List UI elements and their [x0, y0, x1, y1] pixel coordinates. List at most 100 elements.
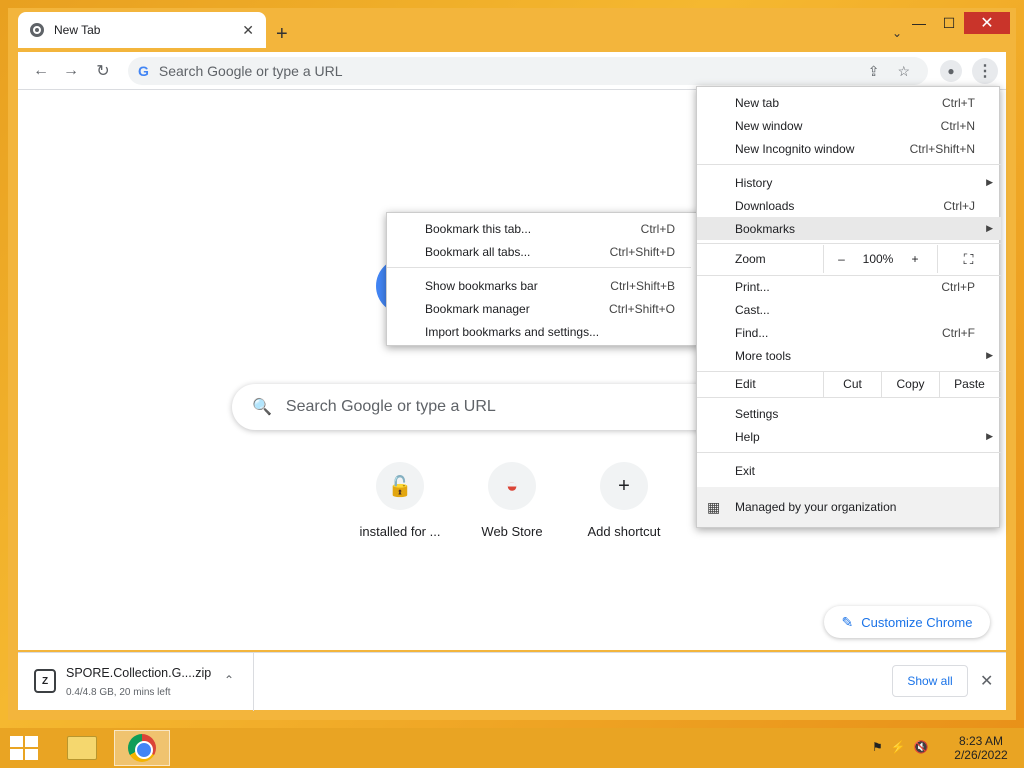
reload-button[interactable]: ↻ [92, 60, 114, 82]
download-filename: SPORE.Collection.G....zip [66, 666, 212, 680]
tab-close-icon[interactable]: ✕ [242, 22, 254, 39]
menu-cast[interactable]: Cast... [697, 298, 1001, 321]
network-icon[interactable]: ⚡ [891, 740, 906, 754]
menu-label: Settings [735, 406, 779, 421]
address-placeholder: Search Google or type a URL [158, 63, 343, 79]
bookmark-star-icon[interactable]: ☆ [897, 63, 910, 80]
clock[interactable]: 8:23 AM 2/26/2022 [948, 734, 1014, 762]
menu-find[interactable]: Find... Ctrl+F [697, 321, 1001, 344]
chrome-favicon-icon [30, 23, 44, 37]
profile-icon[interactable]: ● [940, 60, 962, 82]
submenu-label: Import bookmarks and settings... [425, 324, 600, 339]
menu-label: Help [735, 429, 760, 444]
menu-new-window[interactable]: New window Ctrl+N [697, 114, 1001, 137]
menu-exit[interactable]: Exit [697, 459, 1001, 482]
zoom-in-button[interactable]: + [897, 245, 933, 273]
submenu-show-bookmarks-bar[interactable]: Show bookmarks bar Ctrl+Shift+B [387, 274, 699, 297]
menu-zoom-row: Zoom – 100% + ⛶ [697, 245, 1001, 273]
separator [387, 267, 691, 268]
menu-managed[interactable]: ▦ Managed by your organization [697, 487, 999, 527]
shortcut-installed[interactable]: 🔓 installed for ... [344, 462, 456, 539]
menu-shortcut: Ctrl+T [942, 95, 975, 110]
submenu-label: Bookmark all tabs... [425, 244, 531, 259]
chrome-main-menu: New tab Ctrl+T New window Ctrl+N New Inc… [696, 86, 1001, 528]
menu-label: Find... [735, 325, 769, 340]
minimize-button[interactable]: — [904, 12, 934, 34]
file-explorer-button[interactable] [54, 730, 110, 766]
submenu-bookmark-manager[interactable]: Bookmark manager Ctrl+Shift+O [387, 297, 699, 320]
submenu-bookmark-this-tab[interactable]: Bookmark this tab... Ctrl+D [387, 217, 699, 240]
bookmarks-submenu: Bookmark this tab... Ctrl+D Bookmark all… [386, 212, 700, 346]
shortcut-label: Add shortcut [587, 524, 661, 539]
customize-chrome-button[interactable]: ✎ Customize Chrome [824, 606, 990, 638]
unlock-icon: 🔓 [376, 462, 424, 510]
copy-button[interactable]: Copy [881, 371, 939, 397]
submenu-arrow-icon: ▶ [986, 350, 993, 360]
submenu-shortcut: Ctrl+Shift+D [609, 244, 675, 259]
menu-downloads[interactable]: Downloads Ctrl+J [697, 194, 1001, 217]
system-tray: ⚑ ⚡ 🔇 [872, 740, 929, 754]
menu-history[interactable]: History ▶ [697, 171, 1001, 194]
chrome-taskbar-button[interactable] [114, 730, 170, 766]
chrome-menu-button[interactable]: ⋮ [972, 58, 998, 84]
close-shelf-icon[interactable]: ✕ [980, 671, 993, 691]
shortcut-add[interactable]: + Add shortcut [568, 462, 680, 539]
download-shelf: Z SPORE.Collection.G....zip 0.4/4.8 GB, … [18, 652, 1006, 711]
menu-shortcut: Ctrl+J [943, 198, 975, 213]
separator [697, 397, 1001, 398]
search-icon: 🔍 [252, 399, 272, 416]
address-bar[interactable]: G Search Google or type a URL ⇪ ☆ [128, 57, 928, 85]
toolbar: ← → ↻ G Search Google or type a URL ⇪ ☆ … [18, 52, 1006, 90]
close-window-button[interactable]: ✕ [964, 12, 1010, 34]
volume-muted-icon[interactable]: 🔇 [914, 740, 929, 754]
web-store-icon: ◒ [488, 462, 536, 510]
submenu-arrow-icon: ▶ [986, 177, 993, 187]
menu-new-tab[interactable]: New tab Ctrl+T [697, 91, 1001, 114]
submenu-shortcut: Ctrl+Shift+B [610, 278, 675, 293]
chevron-up-icon[interactable]: ⌃ [224, 673, 234, 687]
tab-new-tab[interactable]: New Tab ✕ [18, 12, 266, 48]
menu-shortcut: Ctrl+N [940, 118, 975, 133]
submenu-arrow-icon: ▶ [986, 223, 993, 233]
menu-print[interactable]: Print... Ctrl+P [697, 275, 1001, 298]
menu-more-tools[interactable]: More tools ▶ [697, 344, 1001, 367]
edit-label: Edit [735, 377, 756, 391]
submenu-bookmark-all-tabs[interactable]: Bookmark all tabs... Ctrl+Shift+D [387, 240, 699, 263]
menu-label: More tools [735, 348, 792, 363]
plus-icon: + [600, 462, 648, 510]
paste-button[interactable]: Paste [939, 371, 999, 397]
show-all-button[interactable]: Show all [892, 665, 968, 697]
menu-label: Downloads [735, 198, 795, 213]
separator [697, 164, 1001, 165]
menu-label: Cast... [735, 302, 770, 317]
submenu-import-bookmarks[interactable]: Import bookmarks and settings... [387, 320, 699, 343]
submenu-arrow-icon: ▶ [986, 431, 993, 441]
clock-date: 2/26/2022 [954, 748, 1008, 762]
cut-button[interactable]: Cut [823, 371, 881, 397]
zoom-label: Zoom [735, 252, 766, 266]
ntp-search-placeholder: Search Google or type a URL [285, 398, 496, 415]
forward-button[interactable]: → [60, 60, 82, 82]
google-icon: G [138, 63, 149, 79]
clock-time: 8:23 AM [958, 734, 1004, 748]
back-button[interactable]: ← [30, 60, 52, 82]
customize-label: Customize Chrome [861, 614, 973, 630]
share-icon[interactable]: ⇪ [868, 63, 880, 80]
new-tab-button[interactable]: + [276, 24, 288, 44]
maximize-button[interactable]: ☐ [934, 12, 964, 34]
submenu-label: Bookmark manager [425, 301, 530, 316]
tab-search-icon[interactable]: ⌄ [892, 26, 902, 40]
menu-help[interactable]: Help ▶ [697, 425, 1001, 448]
windows-start-icon[interactable] [10, 736, 38, 760]
submenu-shortcut: Ctrl+Shift+O [608, 301, 675, 316]
shortcut-web-store[interactable]: ◒ Web Store [456, 462, 568, 539]
menu-label: New Incognito window [735, 141, 855, 156]
menu-bookmarks[interactable]: Bookmarks ▶ [697, 217, 1001, 240]
zoom-out-button[interactable]: – [823, 245, 859, 273]
tab-title: New Tab [54, 23, 101, 37]
menu-new-incognito[interactable]: New Incognito window Ctrl+Shift+N [697, 137, 1001, 160]
action-center-flag-icon[interactable]: ⚑ [872, 740, 883, 754]
fullscreen-icon[interactable]: ⛶ [937, 245, 999, 273]
download-item[interactable]: Z SPORE.Collection.G....zip 0.4/4.8 GB, … [18, 653, 254, 711]
menu-settings[interactable]: Settings [697, 402, 1001, 425]
